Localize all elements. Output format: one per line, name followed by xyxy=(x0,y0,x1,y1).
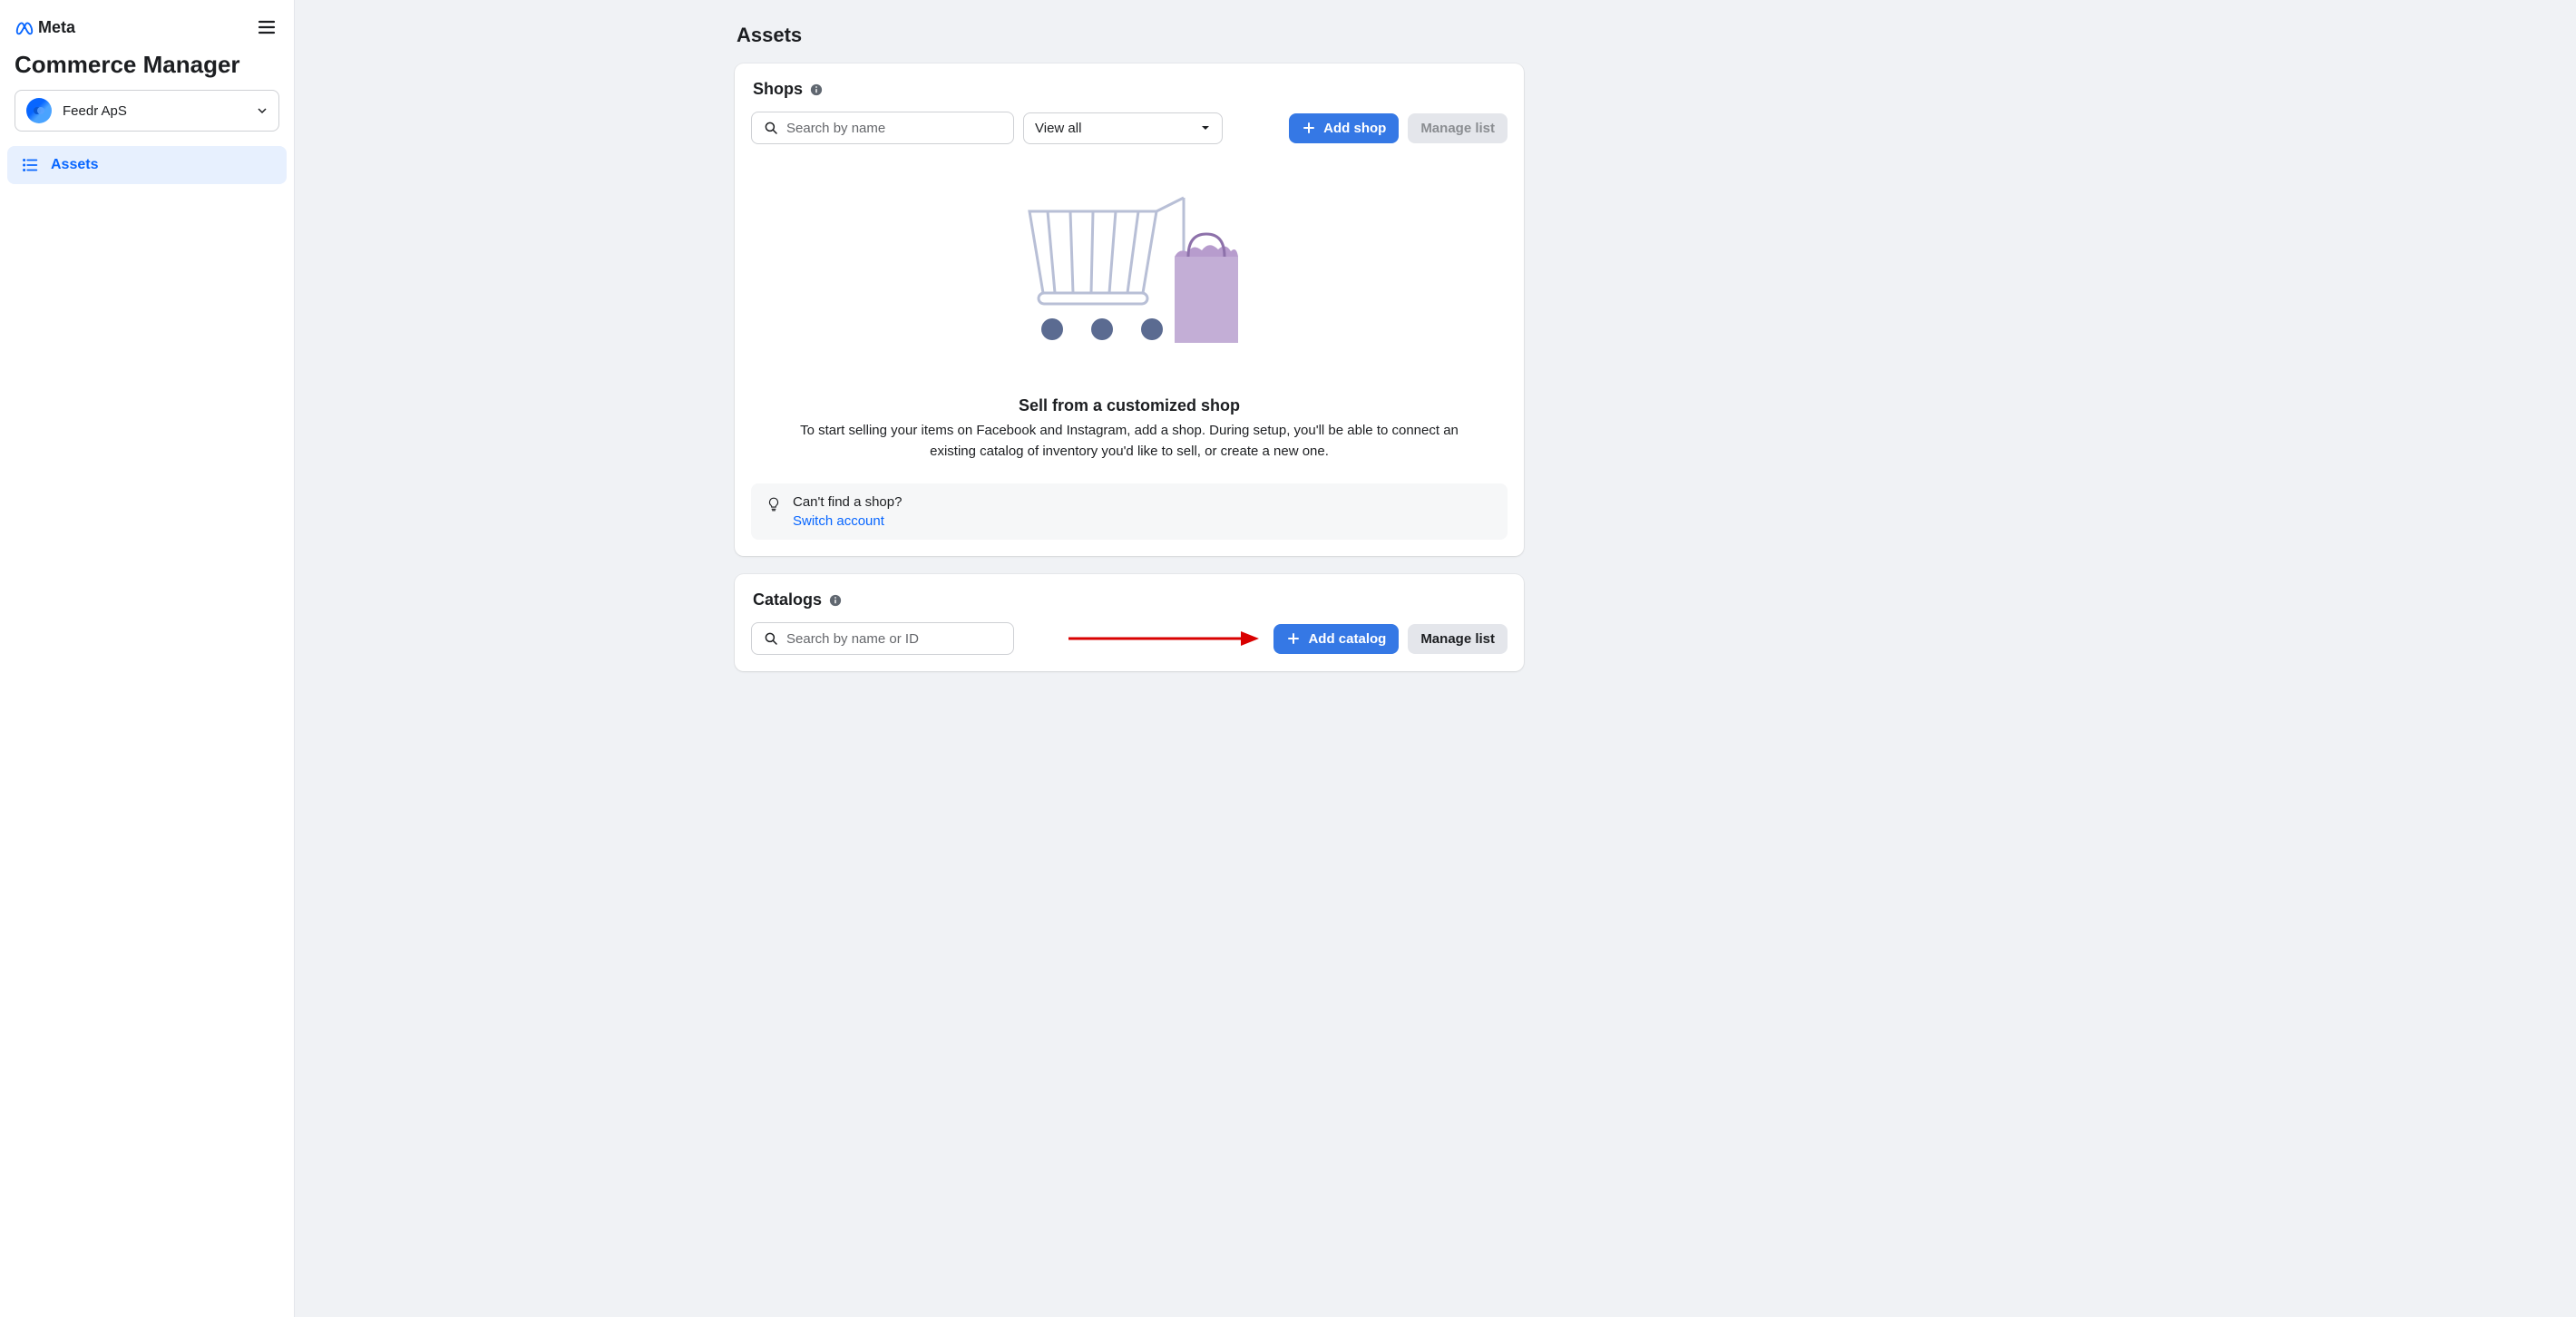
catalogs-section-title: Catalogs xyxy=(753,590,822,610)
shops-search-input[interactable] xyxy=(786,121,1002,136)
shops-section-title: Shops xyxy=(753,80,803,99)
sidebar-item-assets[interactable]: Assets xyxy=(7,146,287,184)
annotation-arrow-icon bool xyxy=(1068,629,1259,648)
account-avatar-icon xyxy=(26,98,52,123)
account-name: Feedr ApS xyxy=(63,103,246,119)
shops-empty-body: To start selling your items on Facebook … xyxy=(776,421,1483,462)
shops-toolbar: View all Add shop Manage list xyxy=(751,112,1508,144)
shops-manage-list-label: Manage list xyxy=(1420,121,1495,136)
menu-toggle-button[interactable] xyxy=(254,15,279,40)
brand-name: Meta xyxy=(38,18,75,37)
meta-logo[interactable]: Meta xyxy=(15,17,75,37)
main-content: Assets Shops xyxy=(295,0,1964,1317)
add-shop-button[interactable]: Add shop xyxy=(1289,113,1399,143)
shops-card: Shops xyxy=(735,63,1524,556)
sidebar: Meta Commerce Manager Feedr ApS xyxy=(0,0,295,1317)
shops-empty-state: Sell from a customized shop To start sel… xyxy=(751,144,1508,471)
search-icon xyxy=(763,120,779,136)
sidebar-item-label: Assets xyxy=(51,157,98,173)
caret-down-icon xyxy=(257,105,268,116)
search-icon xyxy=(763,630,779,647)
catalogs-manage-list-label: Manage list xyxy=(1420,631,1495,647)
page-title: Assets xyxy=(737,24,1524,47)
shops-search[interactable] xyxy=(751,112,1014,144)
caret-down-icon xyxy=(1200,122,1211,133)
shops-hint-title: Can't find a shop? xyxy=(793,494,902,510)
add-shop-label: Add shop xyxy=(1323,121,1386,136)
catalogs-toolbar: Add catalog Manage list xyxy=(751,622,1508,655)
catalogs-manage-list-button[interactable]: Manage list xyxy=(1408,624,1508,654)
lightbulb-icon xyxy=(766,496,782,512)
meta-logo-icon xyxy=(15,17,34,37)
shops-empty-heading: Sell from a customized shop xyxy=(769,396,1489,415)
switch-account-link[interactable]: Switch account xyxy=(793,513,902,529)
add-catalog-button[interactable]: Add catalog xyxy=(1273,624,1399,654)
account-selector[interactable]: Feedr ApS xyxy=(15,90,279,132)
info-icon[interactable] xyxy=(829,594,842,607)
shops-filter-select[interactable]: View all xyxy=(1023,112,1223,144)
shops-manage-list-button: Manage list xyxy=(1408,113,1508,143)
plus-icon xyxy=(1302,121,1316,135)
shops-filter-selected: View all xyxy=(1035,121,1081,136)
shopping-cart-illustration-icon xyxy=(1002,184,1256,366)
catalogs-card: Catalogs xyxy=(735,574,1524,671)
hamburger-icon xyxy=(256,16,278,38)
app-title: Commerce Manager xyxy=(7,47,287,90)
list-icon xyxy=(20,155,40,175)
add-catalog-label: Add catalog xyxy=(1308,631,1386,647)
catalogs-search-input[interactable] xyxy=(786,631,1002,647)
info-icon[interactable] xyxy=(810,83,823,96)
shops-hint-callout: Can't find a shop? Switch account xyxy=(751,483,1508,540)
catalogs-search[interactable] xyxy=(751,622,1014,655)
plus-icon xyxy=(1286,631,1301,646)
